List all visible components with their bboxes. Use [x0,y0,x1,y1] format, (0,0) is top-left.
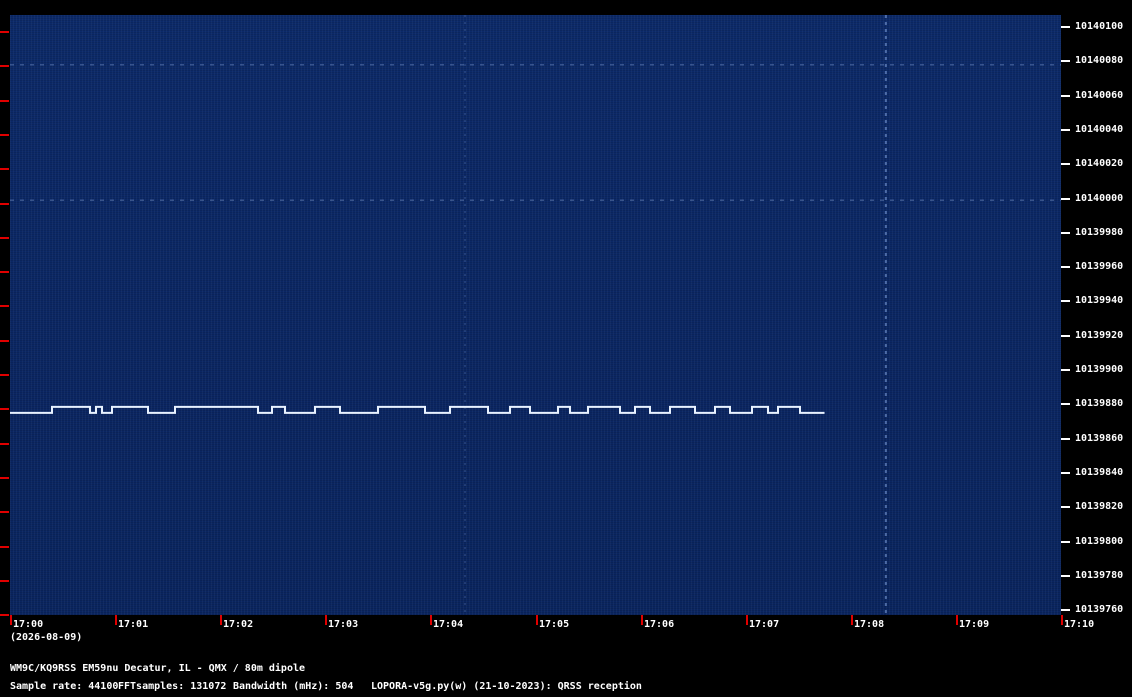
time-tick-label: 17:05 [539,619,570,630]
frequency-tick-right [1061,26,1070,28]
frequency-tick-left [0,511,9,513]
frequency-tick-right [1061,300,1070,302]
time-tick-label: 17:09 [959,619,990,630]
frequency-tick-label: 10139880 [1075,398,1124,409]
frequency-tick-label: 10139760 [1075,604,1124,615]
frequency-tick-right [1061,609,1070,611]
frequency-tick-right [1061,129,1070,131]
frequency-tick-left [0,408,9,410]
frequency-tick-right [1061,438,1070,440]
frequency-tick-label: 10140000 [1075,193,1124,204]
time-tick-label: 17:06 [644,619,675,630]
frequency-tick-right [1061,369,1070,371]
time-tick-mark [851,615,853,625]
frequency-tick-left [0,203,9,205]
frequency-tick-left [0,546,9,548]
time-tick-mark [115,615,117,625]
spectrogram-overlay [10,15,1061,615]
frequency-tick-right [1061,335,1070,337]
time-tick-label: 17:07 [749,619,780,630]
frequency-tick-left [0,305,9,307]
frequency-tick-left [0,100,9,102]
frequency-tick-left [0,340,9,342]
time-tick-mark [430,615,432,625]
frequency-tick-left [0,31,9,33]
time-tick-mark [956,615,958,625]
frequency-tick-left [0,237,9,239]
time-tick-mark [536,615,538,625]
frequency-tick-left [0,443,9,445]
software-label: LOPORA-v5g.py(w) (21-10-2023): QRSS rece… [371,681,642,692]
frequency-tick-label: 10139920 [1075,330,1124,341]
time-tick-label: 17:03 [328,619,359,630]
frequency-tick-right [1061,472,1070,474]
frequency-tick-label: 10139940 [1075,295,1124,306]
frequency-tick-right [1061,163,1070,165]
time-tick-label: 17:00 [13,619,44,630]
frequency-tick-right [1061,506,1070,508]
fft-samples-label: FFTsamples: 131072 [118,681,227,692]
time-tick-mark [220,615,222,625]
frequency-tick-label: 10139860 [1075,433,1124,444]
sample-rate-label: Sample rate: 44100 [10,681,119,692]
frequency-tick-left [0,65,9,67]
frequency-tick-label: 10139900 [1075,364,1124,375]
time-tick-mark [746,615,748,625]
frequency-tick-right [1061,541,1070,543]
qrss-signal-trace [10,405,825,414]
station-label: WM9C/KQ9RSS EM59nu Decatur, IL - QMX / 8… [10,663,306,674]
frequency-tick-right [1061,575,1070,577]
frequency-tick-right [1061,232,1070,234]
frequency-tick-label: 10140040 [1075,124,1124,135]
time-tick-label: 17:04 [433,619,464,630]
frequency-tick-label: 10139960 [1075,261,1124,272]
frequency-tick-right [1061,198,1070,200]
frequency-tick-left [0,134,9,136]
frequency-tick-left [0,614,9,616]
frequency-tick-right [1061,403,1070,405]
frequency-tick-left [0,374,9,376]
frequency-tick-right [1061,95,1070,97]
frequency-tick-left [0,168,9,170]
frequency-tick-right [1061,60,1070,62]
frequency-tick-label: 10139980 [1075,227,1124,238]
time-tick-mark [10,615,12,625]
frequency-tick-label: 10139820 [1075,501,1124,512]
spectrogram-plot [10,15,1061,615]
frequency-tick-right [1061,266,1070,268]
frequency-tick-label: 10140020 [1075,158,1124,169]
date-label: (2026-08-09) [10,632,83,643]
frequency-tick-left [0,477,9,479]
time-tick-mark [1061,615,1063,625]
frequency-tick-label: 10139800 [1075,536,1124,547]
frequency-tick-left [0,580,9,582]
time-tick-label: 17:02 [223,619,254,630]
time-tick-label: 17:08 [854,619,885,630]
frequency-tick-label: 10140100 [1075,21,1124,32]
time-tick-label: 17:10 [1064,619,1095,630]
time-tick-label: 17:01 [118,619,149,630]
time-tick-mark [325,615,327,625]
time-tick-mark [641,615,643,625]
frequency-tick-label: 10139840 [1075,467,1124,478]
bandwidth-label: Bandwidth (mHz): 504 [233,681,354,692]
frequency-tick-label: 10140060 [1075,90,1124,101]
frequency-tick-label: 10139780 [1075,570,1124,581]
frequency-tick-left [0,271,9,273]
frequency-tick-label: 10140080 [1075,55,1124,66]
